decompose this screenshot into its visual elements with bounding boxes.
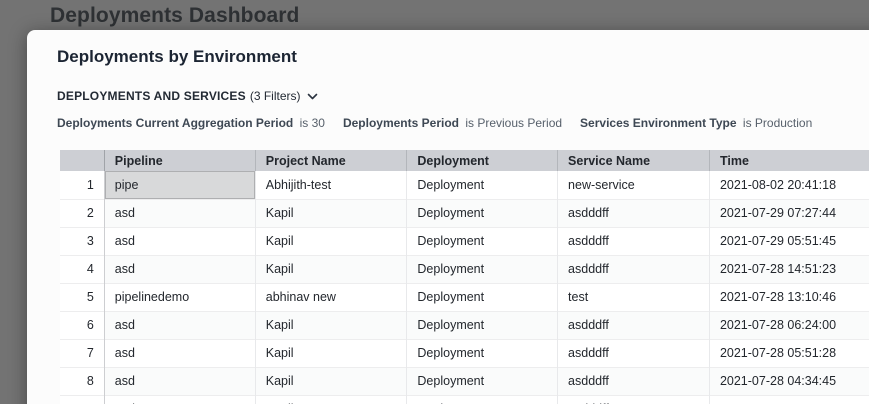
- cell-deployment[interactable]: Deployment: [407, 171, 558, 199]
- filter-label: Deployments Current Aggregation Period: [57, 116, 293, 130]
- table-row: 7 asd Kapil Deployment asdddff 2021-07-2…: [60, 339, 869, 367]
- filter-value: is Previous Period: [465, 116, 562, 130]
- cell-deployment[interactable]: Deployment: [407, 199, 558, 227]
- page-title: Deployments Dashboard: [50, 4, 300, 28]
- table-row: 4 asd Kapil Deployment asdddff 2021-07-2…: [60, 255, 869, 283]
- cell-service-name[interactable]: asdddff: [558, 311, 710, 339]
- cell-pipeline[interactable]: asd: [104, 227, 255, 255]
- cell-project-name[interactable]: Kapil: [255, 311, 407, 339]
- chevron-down-icon: [307, 93, 318, 100]
- cell-service-name[interactable]: test: [558, 283, 710, 311]
- cell-time[interactable]: 2021-08-02 20:41:18: [709, 171, 869, 199]
- cell-deployment[interactable]: Deployment: [407, 255, 558, 283]
- cell-time[interactable]: 2021-07-28 13:10:46: [709, 283, 869, 311]
- cell-service-name[interactable]: asdddff: [558, 395, 710, 404]
- row-number: 4: [60, 255, 104, 283]
- row-number: 8: [60, 367, 104, 395]
- cell-deployment[interactable]: Deployment: [407, 367, 558, 395]
- cell-pipeline[interactable]: asd: [104, 255, 255, 283]
- filter-label: Deployments Period: [343, 116, 459, 130]
- column-header-pipeline[interactable]: Pipeline: [104, 150, 255, 171]
- row-number: 3: [60, 227, 104, 255]
- filter-aggregation-period: Deployments Current Aggregation Period i…: [57, 116, 325, 130]
- cell-deployment[interactable]: Deployment: [407, 311, 558, 339]
- table-row: 5 pipelinedemo abhinav new Deployment te…: [60, 283, 869, 311]
- column-header-time[interactable]: Time: [709, 150, 869, 171]
- row-number: 1: [60, 171, 104, 199]
- cell-project-name[interactable]: Kapil: [255, 255, 407, 283]
- table-row: 8 asd Kapil Deployment asdddff 2021-07-2…: [60, 367, 869, 395]
- cell-service-name[interactable]: asdddff: [558, 227, 710, 255]
- cell-service-name[interactable]: asdddff: [558, 367, 710, 395]
- cell-deployment[interactable]: Deployment: [407, 283, 558, 311]
- cell-deployment[interactable]: Deployment: [407, 339, 558, 367]
- cell-time[interactable]: 2021-07-28 04:34:45: [709, 367, 869, 395]
- cell-service-name[interactable]: new-service: [558, 171, 710, 199]
- cell-pipeline[interactable]: asd: [104, 199, 255, 227]
- deployments-by-environment-modal: Deployments by Environment DEPLOYMENTS A…: [27, 30, 869, 404]
- cell-project-name[interactable]: Abhijith-test: [255, 171, 407, 199]
- cell-time[interactable]: 2021-07-28 14:51:23: [709, 255, 869, 283]
- cell-time[interactable]: 2021-07-28 06:24:00: [709, 311, 869, 339]
- cell-service-name[interactable]: asdddff: [558, 199, 710, 227]
- cell-project-name[interactable]: Kapil: [255, 339, 407, 367]
- active-filters: Deployments Current Aggregation Period i…: [57, 116, 812, 130]
- modal-title: Deployments by Environment: [57, 47, 297, 67]
- row-number: 5: [60, 283, 104, 311]
- table-row: 6 asd Kapil Deployment asdddff 2021-07-2…: [60, 311, 869, 339]
- cell-project-name[interactable]: Kapil: [255, 227, 407, 255]
- cell-time[interactable]: 2021-07-28 03:10:08: [709, 395, 869, 404]
- table-row: 9 asd Kapil Deployment asdddff 2021-07-2…: [60, 395, 869, 404]
- cell-pipeline[interactable]: pipelinedemo: [104, 283, 255, 311]
- column-header-project-name[interactable]: Project Name: [255, 150, 407, 171]
- cell-time[interactable]: 2021-07-29 07:27:44: [709, 199, 869, 227]
- row-number: 6: [60, 311, 104, 339]
- cell-pipeline[interactable]: asd: [104, 395, 255, 404]
- row-number-header: [60, 150, 104, 171]
- filter-value: is 30: [300, 116, 325, 130]
- cell-service-name[interactable]: asdddff: [558, 339, 710, 367]
- cell-time[interactable]: 2021-07-29 05:51:45: [709, 227, 869, 255]
- cell-project-name[interactable]: Kapil: [255, 395, 407, 404]
- table-row: 2 asd Kapil Deployment asdddff 2021-07-2…: [60, 199, 869, 227]
- filter-count: (3 Filters): [250, 89, 301, 103]
- cell-service-name[interactable]: asdddff: [558, 255, 710, 283]
- cell-pipeline[interactable]: asd: [104, 367, 255, 395]
- cell-project-name[interactable]: Kapil: [255, 367, 407, 395]
- filter-group-toggle[interactable]: DEPLOYMENTS AND SERVICES (3 Filters): [57, 89, 318, 103]
- filter-label: Services Environment Type: [580, 116, 737, 130]
- cell-pipeline[interactable]: asd: [104, 311, 255, 339]
- filter-value: is Production: [743, 116, 812, 130]
- cell-deployment[interactable]: Deployment: [407, 227, 558, 255]
- row-number: 2: [60, 199, 104, 227]
- filter-deployments-period: Deployments Period is Previous Period: [343, 116, 562, 130]
- cell-deployment[interactable]: Deployment: [407, 395, 558, 404]
- row-number: 9: [60, 395, 104, 404]
- cell-project-name[interactable]: abhinav new: [255, 283, 407, 311]
- column-header-service-name[interactable]: Service Name: [558, 150, 710, 171]
- filter-environment-type: Services Environment Type is Production: [580, 116, 812, 130]
- cell-pipeline-selected[interactable]: pipe: [104, 171, 255, 199]
- deployments-table: Pipeline Project Name Deployment Service…: [60, 150, 869, 404]
- column-header-deployment[interactable]: Deployment: [407, 150, 558, 171]
- table-row: 3 asd Kapil Deployment asdddff 2021-07-2…: [60, 227, 869, 255]
- cell-project-name[interactable]: Kapil: [255, 199, 407, 227]
- table-row: 1 pipe Abhijith-test Deployment new-serv…: [60, 171, 869, 199]
- cell-time[interactable]: 2021-07-28 05:51:28: [709, 339, 869, 367]
- row-number: 7: [60, 339, 104, 367]
- table-header-row: Pipeline Project Name Deployment Service…: [60, 150, 869, 171]
- filter-group-label: DEPLOYMENTS AND SERVICES: [57, 89, 246, 103]
- cell-pipeline[interactable]: asd: [104, 339, 255, 367]
